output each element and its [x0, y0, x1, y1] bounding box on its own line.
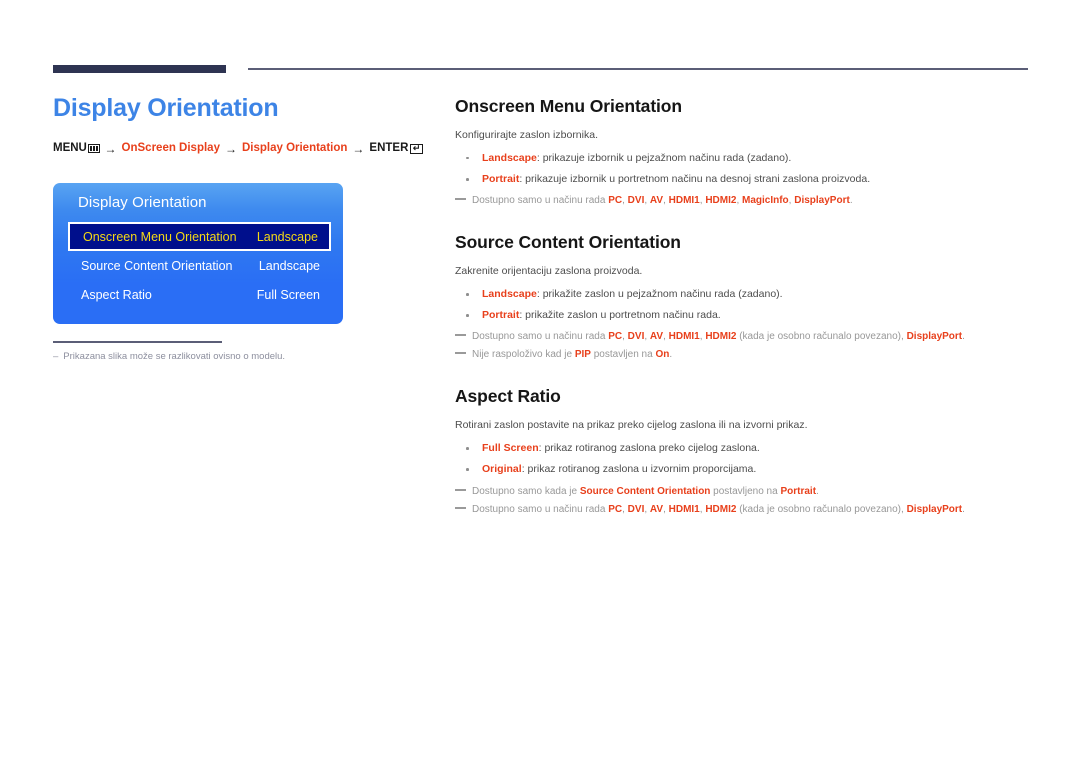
section-intro: Rotirani zaslon postavite na prikaz prek… — [455, 419, 808, 432]
option-keyword: Landscape — [482, 287, 537, 300]
breadcrumb-arrow-3: → — [352, 141, 365, 156]
note-keyword: DisplayPort — [794, 195, 850, 207]
option-keyword: Portrait — [482, 172, 520, 185]
footnote-text: Prikazana slika može se razlikovati ovis… — [63, 351, 286, 362]
section-title: Onscreen Menu Orientation — [455, 96, 682, 116]
note-keyword: HDMI2 — [705, 331, 737, 343]
note-keyword: AV — [649, 195, 664, 207]
note-keyword: HDMI2 — [705, 195, 737, 207]
section-intro: Konfigurirajte zaslon izbornika. — [455, 129, 598, 141]
note-keyword: HDMI1 — [668, 195, 700, 207]
note-keyword: PC — [608, 195, 623, 207]
osd-row-label: Onscreen Menu Orientation — [83, 229, 237, 244]
breadcrumb-enter-label: ENTER — [369, 141, 409, 154]
note-keyword: HDMI1 — [668, 331, 700, 343]
availability-note: Dostupno samo u načinu rada PC, DVI, AV,… — [455, 193, 1035, 208]
option-list-item: Portrait: prikazuje izbornik u portretno… — [455, 172, 1035, 187]
osd-row[interactable]: Source Content Orientation Landscape — [68, 251, 331, 280]
header-rule-line — [248, 68, 1028, 70]
note-keyword: DVI — [627, 195, 645, 207]
note-keyword: DisplayPort — [906, 331, 963, 343]
note-keyword: Source Content Orientation — [579, 485, 711, 497]
osd-row-label: Source Content Orientation — [81, 258, 233, 273]
option-list-item: Landscape: prikazuje izbornik u pejzažno… — [455, 151, 1035, 166]
page-title: Display Orientation — [53, 94, 279, 122]
osd-menu-mockup: Display Orientation Onscreen Menu Orient… — [53, 183, 343, 324]
note-keyword: PC — [608, 331, 623, 343]
footnote-separator — [53, 341, 222, 343]
option-keyword: Original — [482, 463, 522, 476]
footnote-dash: – — [53, 351, 59, 362]
osd-row[interactable]: Onscreen Menu Orientation Landscape — [68, 222, 331, 251]
osd-row-value: Landscape — [256, 229, 318, 244]
section-title: Aspect Ratio — [455, 386, 561, 407]
note-keyword: HDMI2 — [705, 503, 737, 515]
breadcrumb-step-display-orientation: Display Orientation — [241, 141, 348, 154]
availability-note: Dostupno samo kada je Source Content Ori… — [455, 484, 1035, 499]
option-list: Landscape: prikazuje izbornik u pejzažno… — [455, 151, 1035, 187]
note-keyword: HDMI1 — [668, 503, 700, 515]
osd-row-value: Landscape — [258, 258, 320, 273]
option-keyword: Full Screen — [482, 442, 539, 455]
header-rule-bar — [53, 65, 226, 73]
section-title: Source Content Orientation — [455, 232, 681, 253]
osd-title: Display Orientation — [78, 194, 207, 211]
note-keyword: PC — [608, 503, 623, 515]
option-keyword: Landscape — [482, 151, 537, 164]
note-keyword: DisplayPort — [906, 503, 963, 515]
availability-note: Dostupno samo u načinu rada PC, DVI, AV,… — [455, 329, 1035, 344]
content-section: Source Content Orientation Zakrenite orij… — [455, 232, 1035, 362]
osd-row-value: Full Screen — [256, 287, 320, 302]
breadcrumb-menu-label: MENU — [53, 141, 87, 154]
option-list: Full Screen: prikaz rotiranog zaslona pr… — [455, 441, 1035, 477]
note-keyword: AV — [649, 331, 664, 343]
option-list-item: Original: prikaz rotiranog zaslona u izv… — [455, 462, 1035, 477]
section-intro: Zakrenite orijentaciju zaslona proizvoda… — [455, 265, 643, 278]
note-keyword: PIP — [574, 349, 591, 361]
note-keyword: AV — [649, 503, 664, 515]
option-list-item: Landscape: prikažite zaslon u pejzažnom … — [455, 287, 1035, 302]
image-disclaimer-note: – Prikazana slika može se razlikovati ovi… — [53, 351, 285, 362]
availability-note: Dostupno samo u načinu rada PC, DVI, AV,… — [455, 502, 1035, 517]
option-list: Landscape: prikažite zaslon u pejzažnom … — [455, 287, 1035, 323]
option-list-item: Full Screen: prikaz rotiranog zaslona pr… — [455, 441, 1035, 456]
content-section: Aspect Ratio Rotirani zaslon postavite na… — [455, 386, 1035, 516]
note-keyword: Portrait — [780, 485, 817, 497]
enter-return-icon: ↵ — [410, 143, 423, 154]
menu-bars-icon — [87, 144, 100, 154]
note-keyword: MagicInfo — [742, 195, 789, 207]
availability-note: Nije raspoloživo kad je PIP postavljen n… — [455, 347, 1035, 362]
breadcrumb-arrow-1: → — [104, 141, 117, 156]
osd-row-label: Aspect Ratio — [81, 287, 152, 302]
left-column: Display Orientation MENU → OnScreen Disp… — [53, 94, 423, 156]
right-column: Onscreen Menu Orientation Konfigurirajte … — [455, 96, 1035, 517]
note-keyword: On — [655, 349, 670, 361]
breadcrumb-step-onscreen-display: OnScreen Display — [121, 141, 220, 154]
osd-row-list: Onscreen Menu Orientation Landscape Source… — [68, 222, 331, 309]
note-keyword: DVI — [627, 331, 645, 343]
option-keyword: Portrait — [482, 309, 520, 322]
option-list-item: Portrait: prikažite zaslon u portretnom … — [455, 308, 1035, 323]
breadcrumb-arrow-2: → — [224, 141, 237, 156]
breadcrumb: MENU → OnScreen Display → Display Orient… — [53, 142, 423, 156]
note-keyword: DVI — [627, 503, 645, 515]
content-section: Onscreen Menu Orientation Konfigurirajte … — [455, 96, 1035, 208]
manual-page: Display Orientation MENU → OnScreen Disp… — [0, 0, 1080, 763]
osd-row[interactable]: Aspect Ratio Full Screen — [68, 280, 331, 309]
